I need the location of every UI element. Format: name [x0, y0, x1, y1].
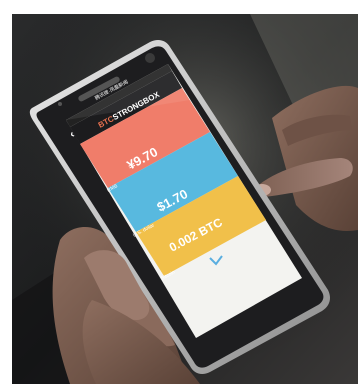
front-camera — [145, 53, 155, 63]
photo-scene: 腾讯微·凤凰新闻 ‹ BTCSTRONGBOX ¥9.70 RMB $1.70 … — [0, 0, 361, 384]
